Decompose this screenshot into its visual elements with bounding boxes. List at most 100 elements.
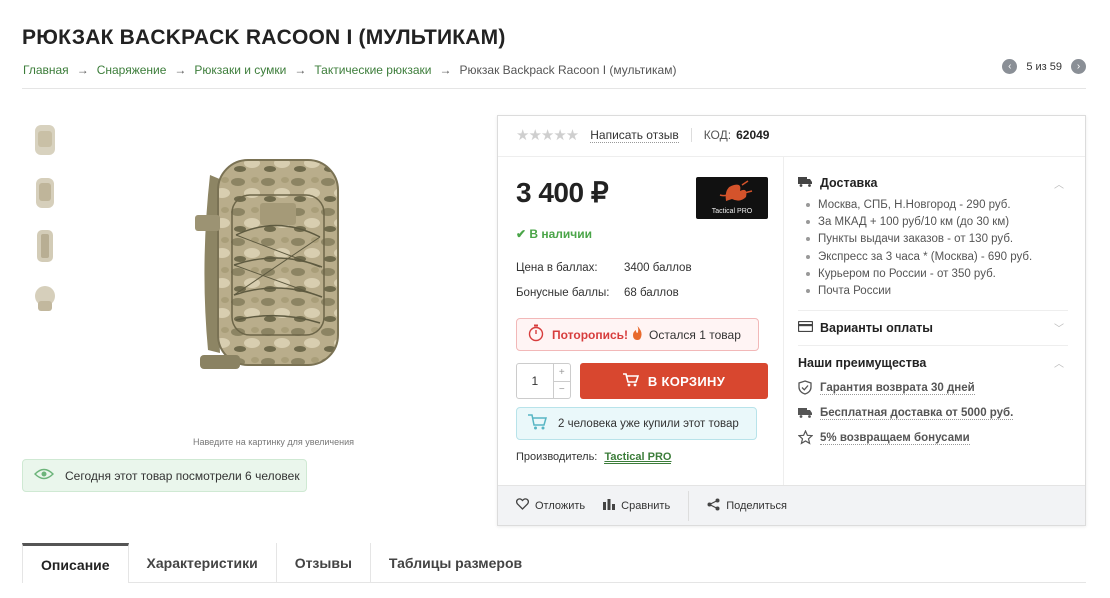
- divider: [798, 309, 1068, 311]
- payment-title: Варианты оплаты: [820, 320, 933, 335]
- product-page: РЮКЗАК BACKPACK RACOON I (МУЛЬТИКАМ) Гла…: [0, 0, 1110, 598]
- share-button[interactable]: Поделиться: [707, 498, 787, 514]
- divider: [798, 344, 1068, 346]
- list-item: Почта России: [806, 282, 1068, 299]
- compare-label: Сравнить: [621, 499, 671, 512]
- advantages-title: Наши преимущества: [798, 355, 927, 370]
- price-points-label: Цена в баллах:: [516, 262, 598, 274]
- cart-icon: [528, 414, 548, 433]
- stopwatch-icon: [528, 324, 544, 345]
- card-top-row: ★★★★★ Написать отзыв КОД: 62049: [516, 126, 769, 144]
- column-divider: [783, 156, 784, 486]
- brand-logo-text: Tactical PRO: [711, 208, 753, 215]
- tab-reviews[interactable]: Отзывы: [277, 543, 371, 582]
- list-item: Москва, СПБ, Н.Новгород - 290 руб.: [806, 196, 1068, 213]
- breadcrumb-separator: →: [294, 63, 307, 77]
- product-photo[interactable]: [170, 115, 380, 427]
- card-icon: [797, 320, 814, 335]
- hurry-bold: Поторопись!: [552, 327, 629, 342]
- pager-text: 5 из 59: [1026, 60, 1062, 73]
- compare-button[interactable]: Сравнить: [603, 498, 671, 513]
- thumbnail-list: [30, 120, 60, 332]
- stock-status: ✔ В наличии: [516, 227, 593, 241]
- price: 3 400 ₽: [516, 177, 609, 208]
- breadcrumb-tactical[interactable]: Тактические рюкзаки: [314, 63, 431, 77]
- tab-characteristics[interactable]: Характеристики: [129, 543, 277, 582]
- chevron-up-icon: ︿: [1054, 179, 1064, 191]
- bar-chart-icon: [603, 498, 616, 513]
- thumbnail-4[interactable]: [30, 279, 60, 319]
- divider: [690, 128, 692, 142]
- divider: [688, 490, 690, 521]
- bonus-value: 68 баллов: [624, 287, 679, 299]
- postpone-label: Отложить: [535, 499, 586, 512]
- thumbnail-1[interactable]: [30, 120, 60, 160]
- divider: [498, 156, 1085, 157]
- chevron-down-icon: ﹀: [1054, 324, 1064, 336]
- list-item: За МКАД + 100 руб/10 км (до 30 км): [806, 213, 1068, 230]
- chevron-up-icon: ︿: [1054, 359, 1064, 371]
- price-points-row: Цена в баллах: 3400 баллов: [516, 262, 692, 274]
- breadcrumb-separator: →: [439, 63, 452, 77]
- thumbnail-3[interactable]: [30, 226, 60, 266]
- tab-description[interactable]: Описание: [22, 543, 129, 583]
- zoom-hint: Наведите на картинку для увеличения: [193, 437, 354, 447]
- delivery-header[interactable]: Доставка ︿: [798, 176, 1068, 191]
- breadcrumb-equipment[interactable]: Снаряжение: [97, 63, 167, 77]
- advantage-item: 5% возвращаем бонусами: [797, 429, 1068, 448]
- list-item: Пункты выдачи заказов - от 130 руб.: [806, 231, 1068, 248]
- views-text: Сегодня этот товар посмотрели 6 человек: [65, 468, 300, 483]
- rating-stars[interactable]: ★★★★★: [516, 126, 579, 144]
- divider: [22, 88, 1086, 89]
- breadcrumb-backpacks[interactable]: Рюкзаки и сумки: [194, 63, 286, 77]
- truck-icon: [798, 407, 820, 421]
- list-item: Курьером по России - от 350 руб.: [806, 265, 1068, 282]
- prev-product-button[interactable]: ‹: [1002, 59, 1018, 74]
- delivery-list: Москва, СПБ, Н.Новгород - 290 руб. За МК…: [806, 196, 1068, 300]
- breadcrumb: Главная → Снаряжение → Рюкзаки и сумки →…: [23, 63, 676, 77]
- price-points-value: 3400 баллов: [624, 262, 692, 274]
- next-product-button[interactable]: ›: [1071, 59, 1086, 74]
- breadcrumb-current: Рюкзак Backpack Racoon I (мультикам): [459, 63, 677, 77]
- bonus-label: Бонусные баллы:: [516, 287, 610, 299]
- card-actions-bar: Отложить Сравнить Поделиться: [498, 485, 1085, 525]
- manufacturer: Производитель: Tactical PRO: [516, 451, 672, 464]
- product-pager: ‹ 5 из 59 ›: [1002, 59, 1086, 74]
- delivery-title: Доставка: [820, 176, 878, 190]
- advantage-item: Гарантия возврата 30 дней: [798, 380, 1068, 398]
- breadcrumb-home[interactable]: Главная: [23, 63, 69, 77]
- advantage-item: Бесплатная доставка от 5000 руб.: [798, 407, 1068, 421]
- cart-icon: [622, 372, 640, 390]
- fire-icon: [632, 326, 643, 343]
- add-to-cart-label: В КОРЗИНУ: [647, 373, 726, 389]
- write-review-link[interactable]: Написать отзыв: [590, 128, 679, 143]
- bought-text: 2 человека уже купили этот товар: [558, 417, 739, 430]
- share-label: Поделиться: [726, 499, 787, 512]
- code-label: КОД:: [703, 128, 732, 142]
- tab-size-tables[interactable]: Таблицы размеров: [371, 543, 540, 582]
- bonus-row: Бонусные баллы: 68 баллов: [516, 287, 679, 299]
- views-badge: Сегодня этот товар посмотрели 6 человек: [22, 459, 307, 492]
- code-value: 62049: [736, 128, 770, 142]
- breadcrumb-separator: →: [76, 63, 89, 77]
- brand-logo[interactable]: Tactical PRO: [696, 177, 768, 219]
- truck-icon: [798, 176, 813, 190]
- product-card: ★★★★★ Написать отзыв КОД: 62049 3 400 ₽ T…: [497, 115, 1086, 526]
- quantity-input[interactable]: 1: [517, 364, 553, 398]
- add-to-cart-button[interactable]: В КОРЗИНУ: [580, 363, 768, 399]
- hurry-text: Остался 1 товар: [649, 327, 741, 342]
- quantity-minus-button[interactable]: −: [554, 382, 570, 399]
- maker-label: Производитель:: [516, 451, 598, 463]
- quantity-stepper: 1 + −: [516, 363, 571, 399]
- quantity-plus-button[interactable]: +: [553, 364, 570, 382]
- page-title: РЮКЗАК BACKPACK RACOON I (МУЛЬТИКАМ): [22, 26, 506, 49]
- bought-badge: 2 человека уже купили этот товар: [516, 407, 757, 440]
- thumbnail-2[interactable]: [30, 173, 60, 213]
- postpone-button[interactable]: Отложить: [515, 498, 586, 513]
- info-column: Доставка ︿ Москва, СПБ, Н.Новгород - 290…: [797, 176, 1068, 457]
- product-code: КОД: 62049: [704, 128, 770, 142]
- advantages-header[interactable]: Наши преимущества ︿: [798, 355, 1068, 371]
- maker-link[interactable]: Tactical PRO: [604, 451, 672, 464]
- heart-icon: [515, 498, 530, 513]
- payment-header[interactable]: Варианты оплаты ﹀: [797, 320, 1068, 336]
